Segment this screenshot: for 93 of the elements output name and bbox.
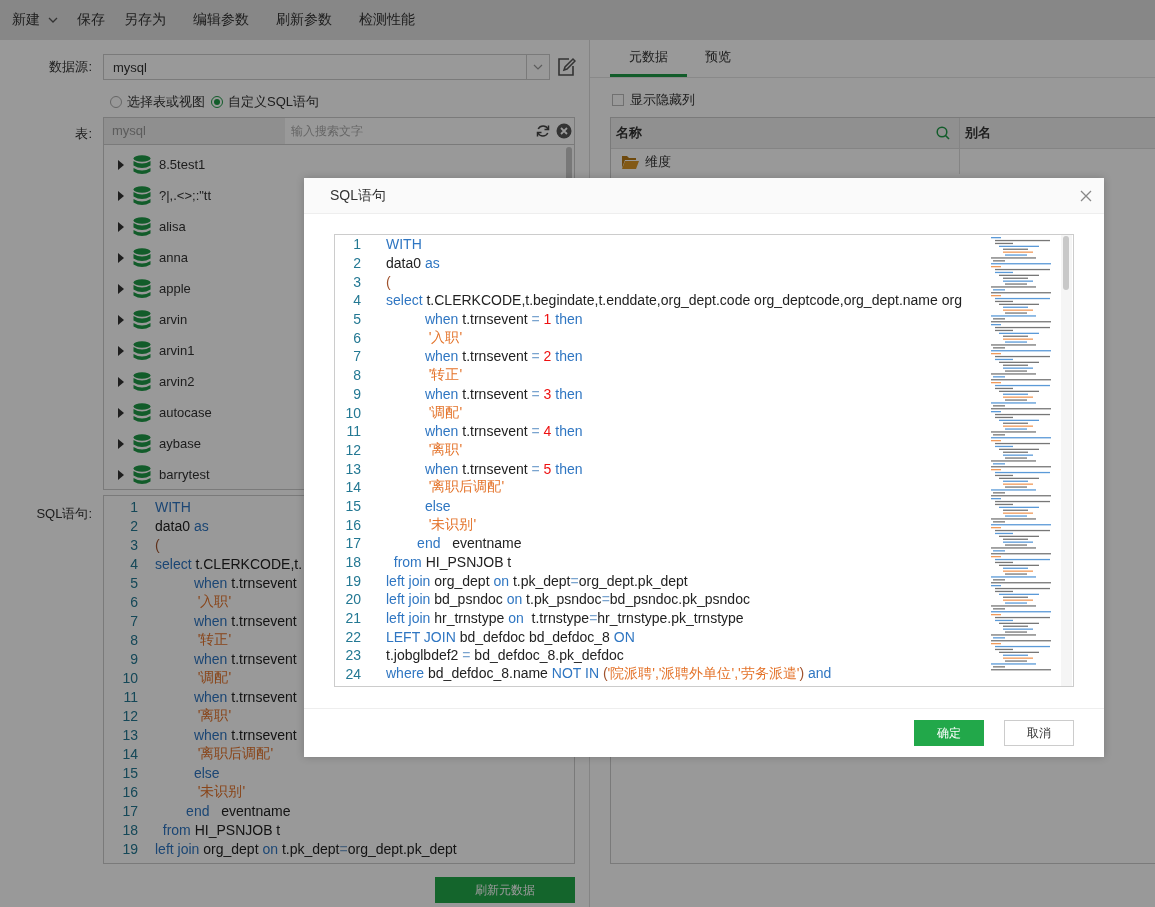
code-line: WITH xyxy=(386,236,422,253)
line-number: 2 xyxy=(352,255,361,272)
line-number: 21 xyxy=(344,610,361,627)
line-number: 14 xyxy=(121,745,138,762)
code-line: '离职' xyxy=(427,440,463,459)
code-line: t.jobglbdef2 = bd_defdoc_8.pk_defdoc xyxy=(386,647,624,664)
code-line: when t.trnsevent xyxy=(192,612,297,629)
code-line: WITH xyxy=(155,498,191,515)
code-line: '未识别' xyxy=(427,515,477,534)
line-number: 17 xyxy=(344,535,361,552)
code-line: '离职' xyxy=(196,706,232,725)
line-number: 9 xyxy=(352,385,361,402)
column-header: 别名 xyxy=(965,124,992,142)
line-number: 19 xyxy=(344,572,361,589)
line-number: 12 xyxy=(121,707,138,724)
code-line: '离职后调配' xyxy=(196,744,274,763)
code-line: left join org_dept on t.pk_dept=org_dept.pk_dept xyxy=(155,840,457,857)
line-number: 7 xyxy=(352,348,361,365)
code-line: data0 as xyxy=(386,255,440,272)
line-number: 3 xyxy=(129,536,138,553)
code-line: from HI_PSNJOB t xyxy=(392,554,512,571)
line-number: 9 xyxy=(129,650,138,667)
line-number: 3 xyxy=(352,273,361,290)
line-number: 11 xyxy=(122,688,138,705)
line-number: 15 xyxy=(344,497,361,514)
line-number: 19 xyxy=(121,840,138,857)
code-line: '离职后调配' xyxy=(427,478,505,497)
code-line: select t.CLERKCODE,t. xyxy=(155,555,303,572)
code-line: when t.trnsevent xyxy=(192,650,297,667)
line-number: 8 xyxy=(129,631,138,648)
line-number: 12 xyxy=(344,441,361,458)
code-line: when t.trnsevent = 2 then xyxy=(423,348,583,365)
code-line: '转正' xyxy=(427,366,463,385)
line-number: 24 xyxy=(344,666,361,683)
line-number: 18 xyxy=(121,821,138,838)
line-number: 18 xyxy=(344,554,361,571)
line-number: 1 xyxy=(352,236,361,253)
code-line: data0 as xyxy=(155,517,209,534)
line-number: 23 xyxy=(344,647,361,664)
line-number: 16 xyxy=(121,783,138,800)
code-line: end eventname xyxy=(416,535,522,552)
line-number: 5 xyxy=(129,574,138,591)
line-number: 2 xyxy=(129,517,138,534)
field-label: SQL语句: xyxy=(35,505,93,523)
code-line: left join org_dept on t.pk_dept=org_dept.pk_dept xyxy=(386,572,688,589)
dialog-title: SQL语句 xyxy=(330,186,386,205)
code-line: when t.trnsevent xyxy=(192,574,297,591)
code-line: end eventname xyxy=(185,802,291,819)
line-number: 16 xyxy=(344,516,361,533)
code-line: '入职' xyxy=(427,328,463,347)
line-number: 4 xyxy=(352,292,361,309)
line-number: 6 xyxy=(352,329,361,346)
line-number: 7 xyxy=(129,612,138,629)
line-number: 14 xyxy=(344,479,361,496)
code-line: select t.CLERKCODE,t.begindate,t.enddate,org_dept.code org_deptcode,org_dept.name org xyxy=(386,292,962,309)
table-cell: 维度 xyxy=(645,152,671,171)
line-number: 10 xyxy=(344,404,361,421)
code-line: '未识别' xyxy=(196,782,246,801)
line-number: 11 xyxy=(345,423,361,440)
line-number: 13 xyxy=(344,460,361,477)
line-number: 10 xyxy=(121,669,138,686)
line-number: 20 xyxy=(344,591,361,608)
code-line: left join bd_psndoc on t.pk_psndoc=bd_psndoc.pk_psndoc xyxy=(386,591,750,608)
code-line: when t.trnsevent xyxy=(192,688,297,705)
line-number: 15 xyxy=(121,764,138,781)
line-number: 1 xyxy=(129,498,138,515)
code-line: ( xyxy=(155,536,160,553)
code-line: ( xyxy=(386,273,391,290)
code-line: '调配' xyxy=(427,403,463,422)
code-line: when t.trnsevent = 4 then xyxy=(423,423,583,440)
code-line: when t.trnsevent = 5 then xyxy=(423,460,583,477)
column-header: 名称 xyxy=(616,124,643,142)
code-line: LEFT JOIN bd_defdoc bd_defdoc_8 ON xyxy=(386,628,635,645)
code-line: '转正' xyxy=(196,630,232,649)
code-line: when t.trnsevent = 3 then xyxy=(423,385,583,402)
field-label: 数据源: xyxy=(48,58,93,76)
code-line: '入职' xyxy=(196,592,232,611)
line-number: 8 xyxy=(352,367,361,384)
line-number: 6 xyxy=(129,593,138,610)
line-number: 22 xyxy=(344,628,361,645)
code-line: '调配' xyxy=(196,668,232,687)
code-line: when t.trnsevent = 1 then xyxy=(423,311,583,328)
code-line: from HI_PSNJOB t xyxy=(161,821,281,838)
line-number: 13 xyxy=(121,726,138,743)
code-line: when t.trnsevent xyxy=(192,726,297,743)
code-line: else xyxy=(423,497,451,514)
code-line: else xyxy=(192,764,220,781)
line-number: 5 xyxy=(352,311,361,328)
code-line: left join hr_trnstype on t.trnstype=hr_trnstype.pk_trnstype xyxy=(386,610,744,627)
field-label: 表: xyxy=(74,125,93,143)
code-line: where bd_defdoc_8.name NOT IN ('院派聘','派聘外单位','劳务派遣') and xyxy=(386,665,832,684)
line-number: 17 xyxy=(121,802,138,819)
line-number: 4 xyxy=(129,555,138,572)
